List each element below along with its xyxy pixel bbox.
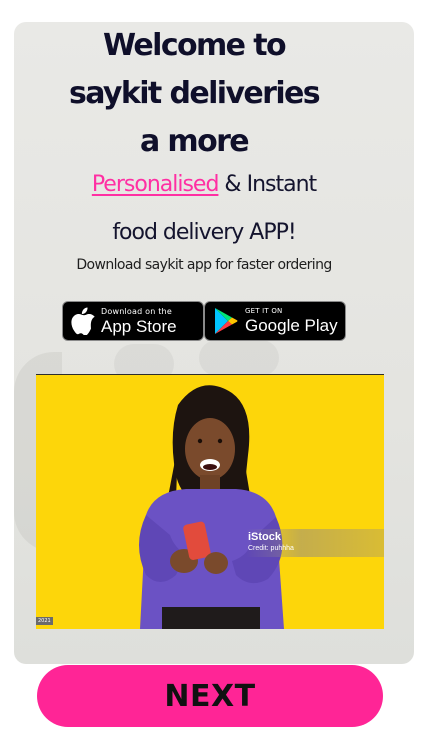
headline-line-1: Welcome to xyxy=(102,28,287,63)
tagline-rest: & Instant xyxy=(218,172,317,197)
google-play-big-label: Google Play xyxy=(245,316,338,335)
google-play-button[interactable]: GET IT ON Google Play xyxy=(204,301,346,341)
app-store-button[interactable]: Download on the App Store xyxy=(62,301,204,341)
background-figure xyxy=(199,340,279,376)
tagline-highlight: Personalised xyxy=(91,172,220,197)
welcome-card: Welcome to saykit deliveries a more Pers… xyxy=(14,22,414,664)
headline-line-3: a more xyxy=(139,124,250,159)
tagline-line-1: Personalised & Instant xyxy=(14,172,404,197)
photo-corner-tag: 2021 xyxy=(36,617,53,625)
tagline-line-2: food delivery APP! xyxy=(112,220,296,245)
hero-photo: iStock Credit: puhhha 2021 xyxy=(36,374,384,629)
google-play-icon xyxy=(215,308,238,334)
headline-line-2: saykit deliveries xyxy=(68,76,321,111)
watermark-credit: Credit: puhhha xyxy=(248,545,294,552)
watermark-brand: iStock xyxy=(248,531,282,543)
app-store-small-label: Download on the xyxy=(101,306,172,316)
download-subtitle: Download saykit app for faster ordering xyxy=(76,257,332,273)
google-play-small-label: GET IT ON xyxy=(245,307,283,315)
woman-with-phone-illustration xyxy=(139,385,284,629)
apple-icon xyxy=(71,307,95,335)
next-button[interactable]: NEXT xyxy=(37,665,383,727)
app-store-big-label: App Store xyxy=(101,316,177,336)
